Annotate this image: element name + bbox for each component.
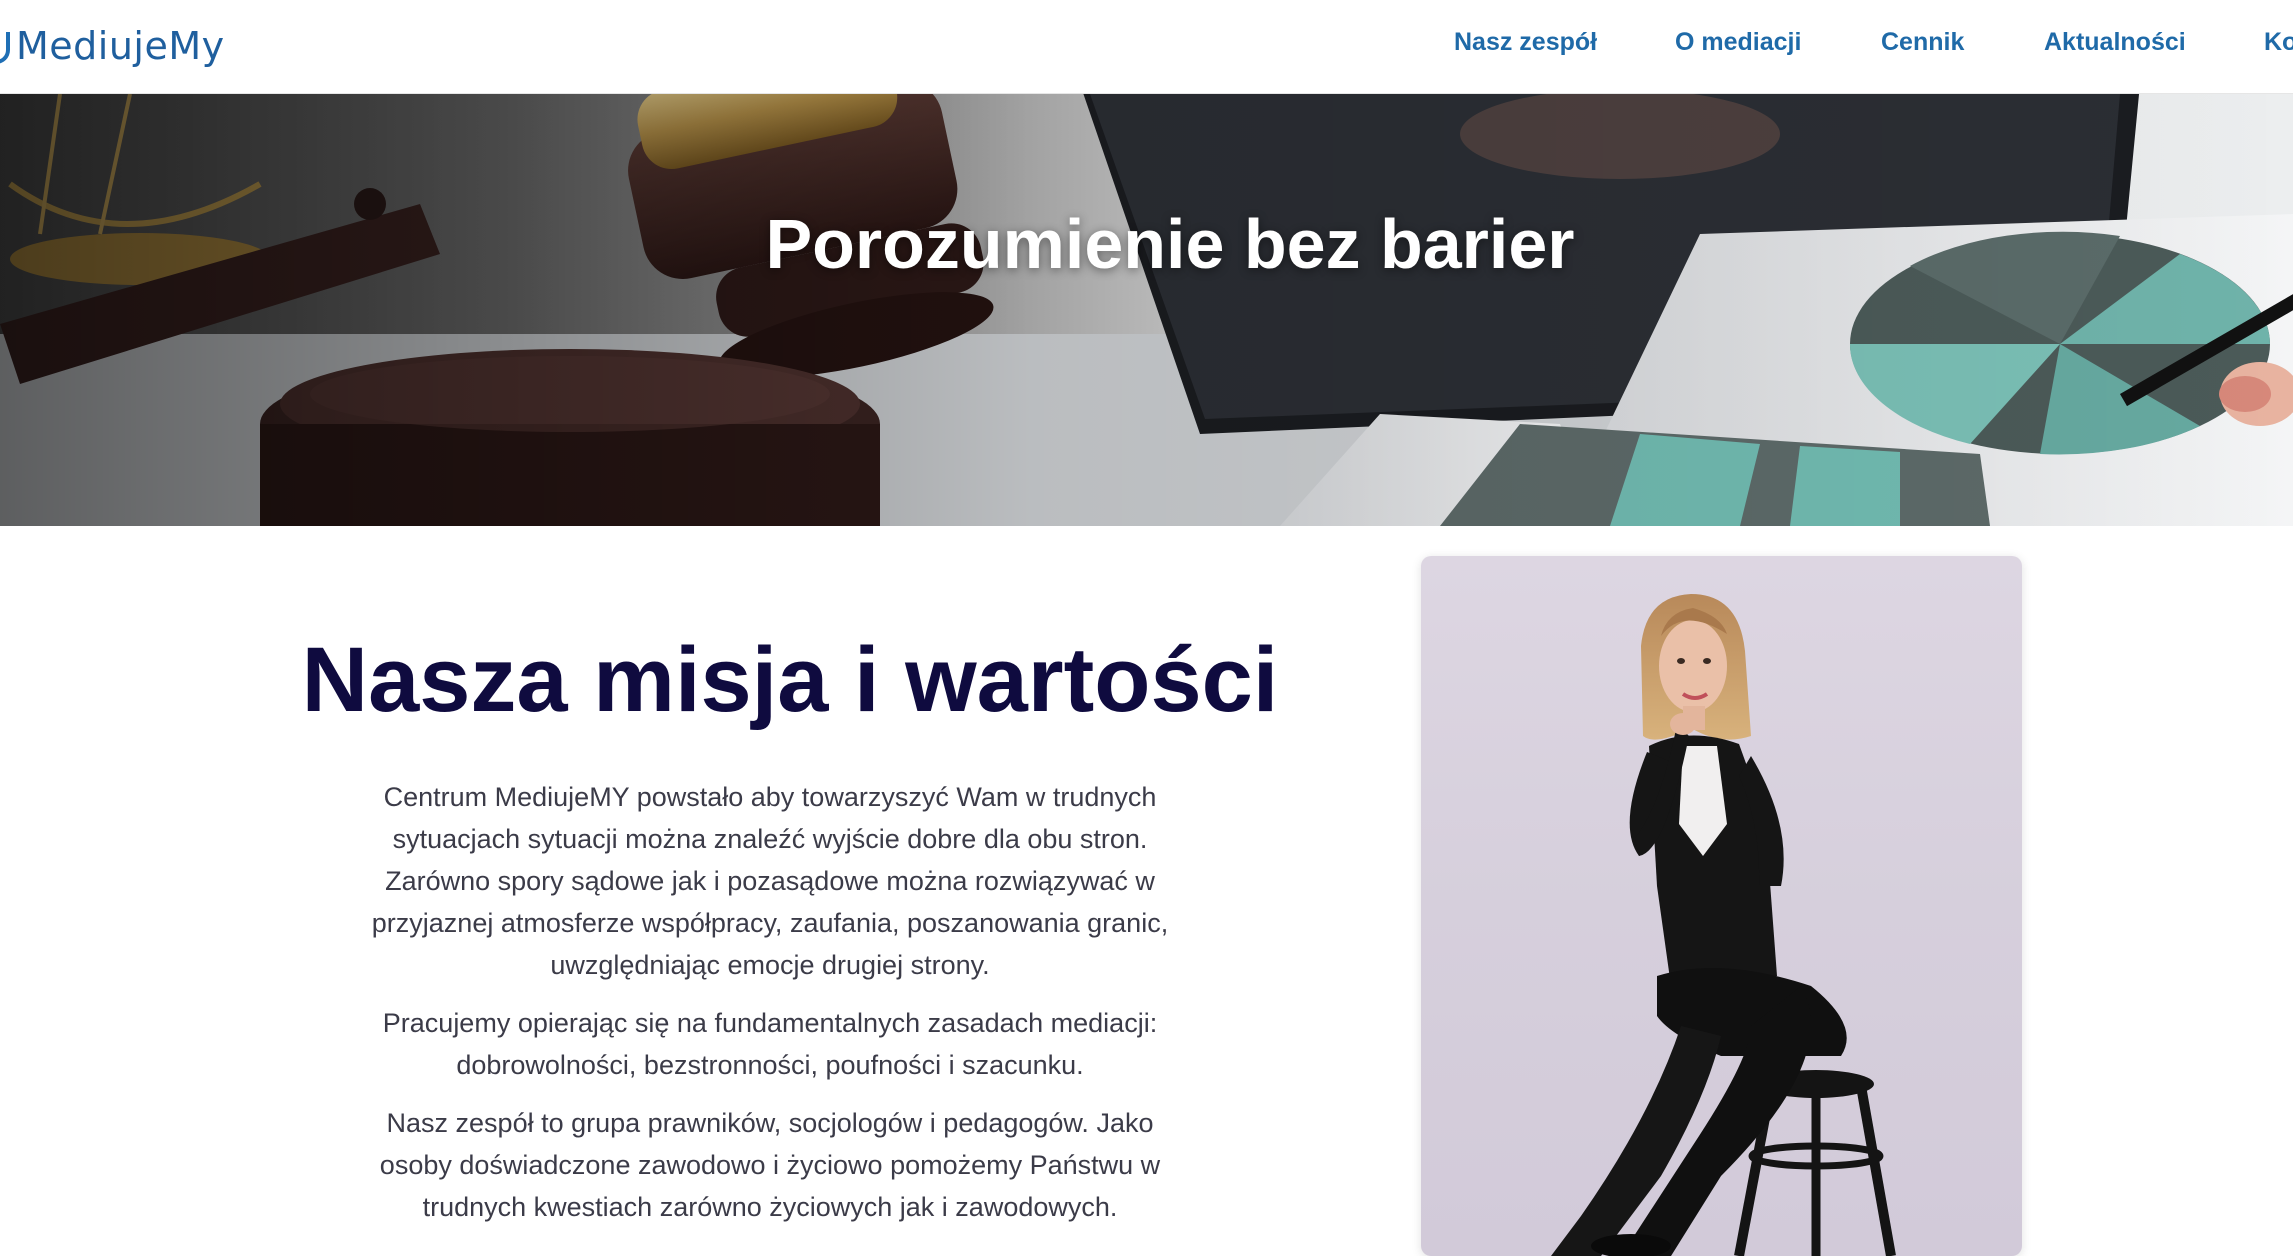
main-nav: Nasz zespół O mediacji Cennik Aktualnośc… [0,0,2293,90]
hero-background-image [0,94,2293,526]
nav-item-aktualnosci[interactable]: Aktualności [2044,28,2186,57]
nav-item-nasz-zespol[interactable]: Nasz zespół [1454,28,1597,57]
mission-paragraph-2: Pracujemy opierając się na fundamentalny… [382,1008,1158,1080]
hero-banner: Porozumienie bez barier [0,94,2293,526]
hero-title: Porozumienie bez barier [765,205,1575,283]
mission-paragraph-3: Nasz zespół to grupa prawników, socjolog… [379,1108,1161,1222]
woman-portrait-image [1551,594,1896,1256]
nav-item-o-mediacji[interactable]: O mediacji [1675,28,1801,57]
mission-text: Centrum MediujeMY powstało aby towarzysz… [370,776,1170,1244]
team-member-photo [1421,556,2022,1256]
mission-paragraph-1: Centrum MediujeMY powstało aby towarzysz… [371,782,1169,980]
nav-item-cennik[interactable]: Cennik [1881,28,1964,57]
mission-title: Nasza misja i wartości [301,629,1279,731]
site-header: MediujeMy Nasz zespół O mediacji Cennik … [0,0,2293,94]
nav-item-kontakt[interactable]: Ko [2264,28,2293,57]
